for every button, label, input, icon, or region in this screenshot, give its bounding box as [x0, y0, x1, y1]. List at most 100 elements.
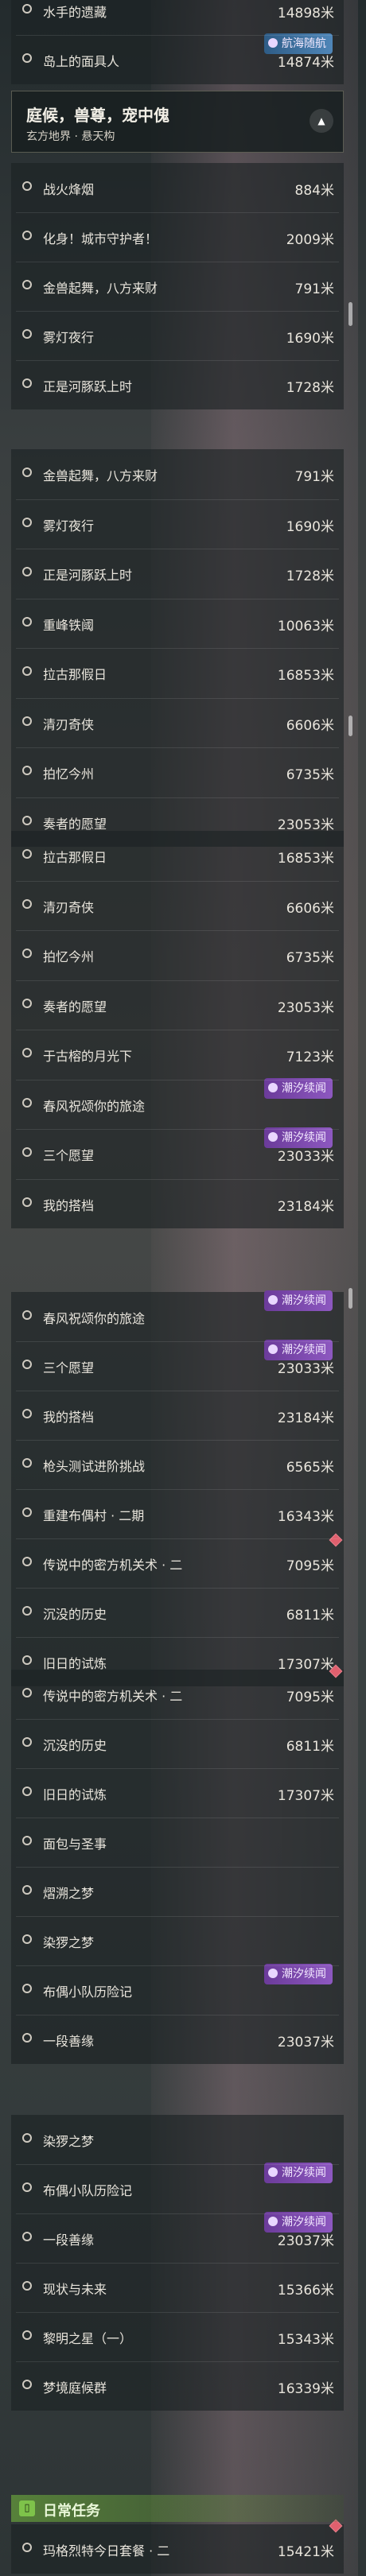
quest-title: 现状与未来 [43, 2282, 107, 2297]
status-circle-icon [22, 1984, 32, 1993]
quest-row[interactable]: 拍忆今州 6735米 [11, 930, 344, 980]
row-divider [16, 1440, 339, 1441]
quest-row[interactable]: 染猡之梦 [11, 1916, 344, 1965]
quest-title: 拉古那假日 [43, 850, 107, 865]
status-circle-icon [22, 1737, 32, 1747]
quest-row[interactable]: 水手的遗藏 14898米 [11, 0, 344, 35]
badge-label: 潮汐续闻 [282, 1968, 326, 1980]
quest-row[interactable]: 拉古那假日 16853米 [11, 831, 344, 880]
row-divider [16, 648, 339, 649]
status-circle-icon [22, 329, 32, 339]
quest-row[interactable]: 传说中的密方机关术 · 二 7095米 [11, 1533, 344, 1588]
quest-title: 我的搭档 [43, 1410, 95, 1425]
quest-row[interactable]: 金兽起舞，八方来财 791米 [11, 262, 344, 311]
quest-distance: 6735米 [286, 950, 334, 966]
daily-tasks-title: 日常任务 [43, 2503, 100, 2520]
scrollbar[interactable] [348, 716, 352, 736]
quest-row[interactable]: 战火烽烟 884米 [11, 163, 344, 212]
quest-title: 玛格烈特今日套餐 · 二 [43, 2543, 170, 2559]
quest-title: 正是河豚跃上时 [43, 379, 133, 394]
row-divider [16, 697, 339, 699]
quest-distance: 7095米 [286, 1558, 334, 1574]
quest-distance: 1690米 [286, 518, 334, 535]
quest-row[interactable]: 春风祝颂你的旅途 潮汐续闻 [11, 1077, 344, 1129]
status-circle-icon [22, 1197, 32, 1207]
quest-row[interactable]: 布偶小队历险记 潮汐续闻 [11, 1964, 344, 2015]
quest-row[interactable]: 布偶小队历险记 潮汐续闻 [11, 2163, 344, 2213]
quest-row[interactable]: 重峰铁阈 10063米 [11, 599, 344, 648]
quest-row[interactable]: 三个愿望 23033米 潮汐续闻 [11, 1127, 344, 1178]
status-circle-icon [22, 716, 32, 726]
quest-row[interactable]: 面包与圣事 [11, 1818, 344, 1867]
collapse-icon[interactable]: ▲ [310, 109, 333, 133]
quest-row[interactable]: 清刃奇侠 6606米 [11, 881, 344, 930]
quest-title: 布偶小队历险记 [43, 2183, 133, 2198]
quest-row[interactable]: 春风祝颂你的旅途 潮汐续闻 [11, 1290, 344, 1341]
quest-row[interactable]: 现状与未来 15366米 [11, 2263, 344, 2312]
quest-distance: 2009米 [286, 232, 334, 248]
status-circle-icon [22, 666, 32, 676]
status-circle-icon [22, 898, 32, 909]
quest-row[interactable]: 熠溯之梦 [11, 1867, 344, 1916]
quest-title: 布偶小队历险记 [43, 1984, 133, 2000]
quest-title: 重峰铁阈 [43, 617, 95, 633]
quest-row[interactable]: 我的搭档 23184米 [11, 1391, 344, 1440]
event-badge: 潮汐续闻 [264, 1077, 333, 1099]
quest-row[interactable]: 拍忆今州 6735米 [11, 747, 344, 797]
row-divider [16, 311, 339, 312]
quest-row[interactable]: 我的搭档 23184米 [11, 1179, 344, 1228]
quest-title: 沉没的历史 [43, 1738, 107, 1753]
quest-title: 枪头测试进阶挑战 [43, 1459, 146, 1474]
quest-row[interactable]: 正是河豚跃上时 1728米 [11, 549, 344, 598]
tide-icon [268, 2167, 278, 2177]
quest-row[interactable]: 黎明之星（一） 15343米 [11, 2312, 344, 2361]
quest-row[interactable]: 雾灯夜行 1690米 [11, 499, 344, 549]
status-circle-icon [22, 1688, 32, 1697]
daily-tasks-header[interactable]: ▯ 日常任务 [11, 2495, 344, 2522]
quest-row[interactable]: 旧日的试炼 17307米 [11, 1768, 344, 1818]
quest-row[interactable]: 金兽起舞，八方来财 791米 [11, 449, 344, 499]
quest-row[interactable]: 于古榕的月光下 7123米 [11, 1030, 344, 1079]
status-circle-icon [22, 1836, 32, 1845]
scrollbar[interactable] [348, 1288, 352, 1309]
quest-row[interactable]: 一段善缘 23037米 潮汐续闻 [11, 2212, 344, 2263]
quest-row[interactable]: 拉古那假日 16853米 [11, 648, 344, 697]
badge-label: 潮汐续闻 [282, 1294, 326, 1307]
quest-row[interactable]: 清刃奇侠 6606米 [11, 698, 344, 747]
scrollbar[interactable] [348, 302, 352, 326]
quest-row[interactable]: 奏者的愿望 23053米 [11, 980, 344, 1030]
row-divider [16, 360, 339, 361]
status-circle-icon [22, 567, 32, 576]
row-divider [16, 1768, 339, 1769]
quest-row[interactable]: 三个愿望 23033米 潮汐续闻 [11, 1340, 344, 1391]
quest-title: 旧日的试炼 [43, 1787, 107, 1802]
quest-row[interactable]: 枪头测试进阶挑战 6565米 [11, 1440, 344, 1489]
tide-icon [268, 1344, 278, 1354]
quest-title: 雾灯夜行 [43, 330, 95, 345]
quest-row[interactable]: 化身！城市守护者！ 2009米 [11, 212, 344, 262]
quest-row[interactable]: 正是河豚跃上时 1728米 [11, 360, 344, 409]
event-badge: 潮汐续闻 [264, 2163, 333, 2183]
quest-row[interactable]: 沉没的历史 6811米 [11, 1719, 344, 1768]
quest-row[interactable]: 一段善缘 23037米 [11, 2015, 344, 2064]
quest-distance: 23053米 [277, 817, 334, 833]
row-divider [16, 2312, 339, 2313]
status-circle-icon [22, 1458, 32, 1468]
quest-row[interactable]: 雾灯夜行 1690米 [11, 311, 344, 360]
status-circle-icon [22, 378, 32, 388]
badge-label: 潮汐续闻 [282, 1131, 326, 1144]
quest-row[interactable]: 玛格烈特今日套餐 · 二 15421米 [11, 2519, 344, 2574]
row-divider [16, 2213, 339, 2214]
quest-distance: 23053米 [277, 999, 334, 1016]
quest-row[interactable]: 重建布偶村 · 二期 16343米 [11, 1489, 344, 1538]
quest-title: 清刃奇侠 [43, 899, 95, 915]
quest-section-header[interactable]: 庭候，兽尊，宠中傀 玄方地界 · 悬天构 ▲ [11, 91, 344, 153]
quest-distance: 6811米 [286, 1739, 334, 1755]
quest-row[interactable]: 梦境庭候群 16339米 [11, 2361, 344, 2411]
quest-row[interactable]: 染猡之梦 [11, 2115, 344, 2164]
quest-distance: 6606米 [286, 900, 334, 917]
quest-row[interactable]: 沉没的历史 6811米 [11, 1588, 344, 1637]
quest-row[interactable]: 传说中的密方机关术 · 二 7095米 [11, 1664, 344, 1719]
quest-title: 化身！城市守护者！ [43, 231, 158, 246]
quest-row[interactable]: 岛上的面具人 14874米 航海随航 [11, 33, 344, 84]
